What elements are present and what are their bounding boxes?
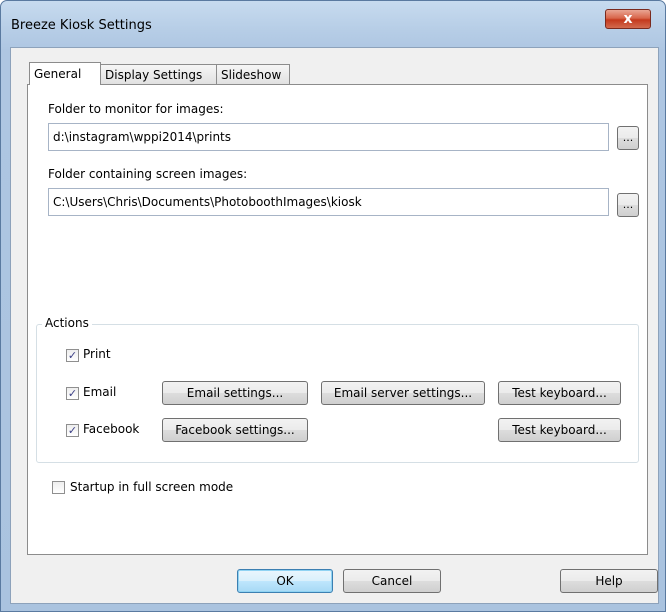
email-server-settings-button[interactable]: Email server settings... xyxy=(321,381,485,405)
monitor-folder-browse-button[interactable]: ... xyxy=(617,126,639,150)
screen-folder-label: Folder containing screen images: xyxy=(48,167,248,181)
close-icon: x xyxy=(623,11,633,27)
screen-folder-browse-button[interactable]: ... xyxy=(617,193,639,217)
tab-general[interactable]: General xyxy=(29,62,101,85)
general-tab-panel: Folder to monitor for images: d:\instagr… xyxy=(27,84,648,555)
startup-fullscreen-checkbox[interactable] xyxy=(52,481,65,494)
print-label: Print xyxy=(83,347,111,361)
actions-group-title: Actions xyxy=(42,316,92,330)
email-label: Email xyxy=(83,385,117,399)
checkmark-icon: ✓ xyxy=(67,349,78,362)
checkmark-icon: ✓ xyxy=(67,424,78,437)
monitor-folder-input[interactable]: d:\instagram\wppi2014\prints xyxy=(48,123,609,151)
email-settings-button[interactable]: Email settings... xyxy=(162,381,308,405)
email-checkbox[interactable]: ✓ xyxy=(66,387,79,400)
tab-display-settings[interactable]: Display Settings xyxy=(100,64,217,84)
title-bar[interactable]: Breeze Kiosk Settings x xyxy=(1,1,665,47)
email-test-keyboard-button[interactable]: Test keyboard... xyxy=(498,381,621,405)
screen-folder-input[interactable]: C:\Users\Chris\Documents\PhotoboothImage… xyxy=(48,188,609,216)
window-title: Breeze Kiosk Settings xyxy=(11,18,152,33)
print-checkbox[interactable]: ✓ xyxy=(66,349,79,362)
startup-fullscreen-label: Startup in full screen mode xyxy=(70,480,234,494)
checkmark-icon: ✓ xyxy=(67,387,78,400)
dialog-client-area: General Display Settings Slideshow Folde… xyxy=(10,47,659,604)
actions-group: Actions ✓ Print ✓ Email Email settings..… xyxy=(36,316,639,463)
close-button[interactable]: x xyxy=(605,9,651,29)
tab-slideshow[interactable]: Slideshow xyxy=(216,64,290,84)
ok-button[interactable]: OK xyxy=(237,569,333,593)
help-button[interactable]: Help xyxy=(560,569,658,593)
facebook-settings-button[interactable]: Facebook settings... xyxy=(162,418,308,442)
cancel-button[interactable]: Cancel xyxy=(343,569,441,593)
monitor-folder-label: Folder to monitor for images: xyxy=(48,102,224,116)
settings-dialog: Breeze Kiosk Settings x General Display … xyxy=(0,0,666,612)
facebook-test-keyboard-button[interactable]: Test keyboard... xyxy=(498,418,621,442)
facebook-label: Facebook xyxy=(83,422,140,436)
facebook-checkbox[interactable]: ✓ xyxy=(66,424,79,437)
